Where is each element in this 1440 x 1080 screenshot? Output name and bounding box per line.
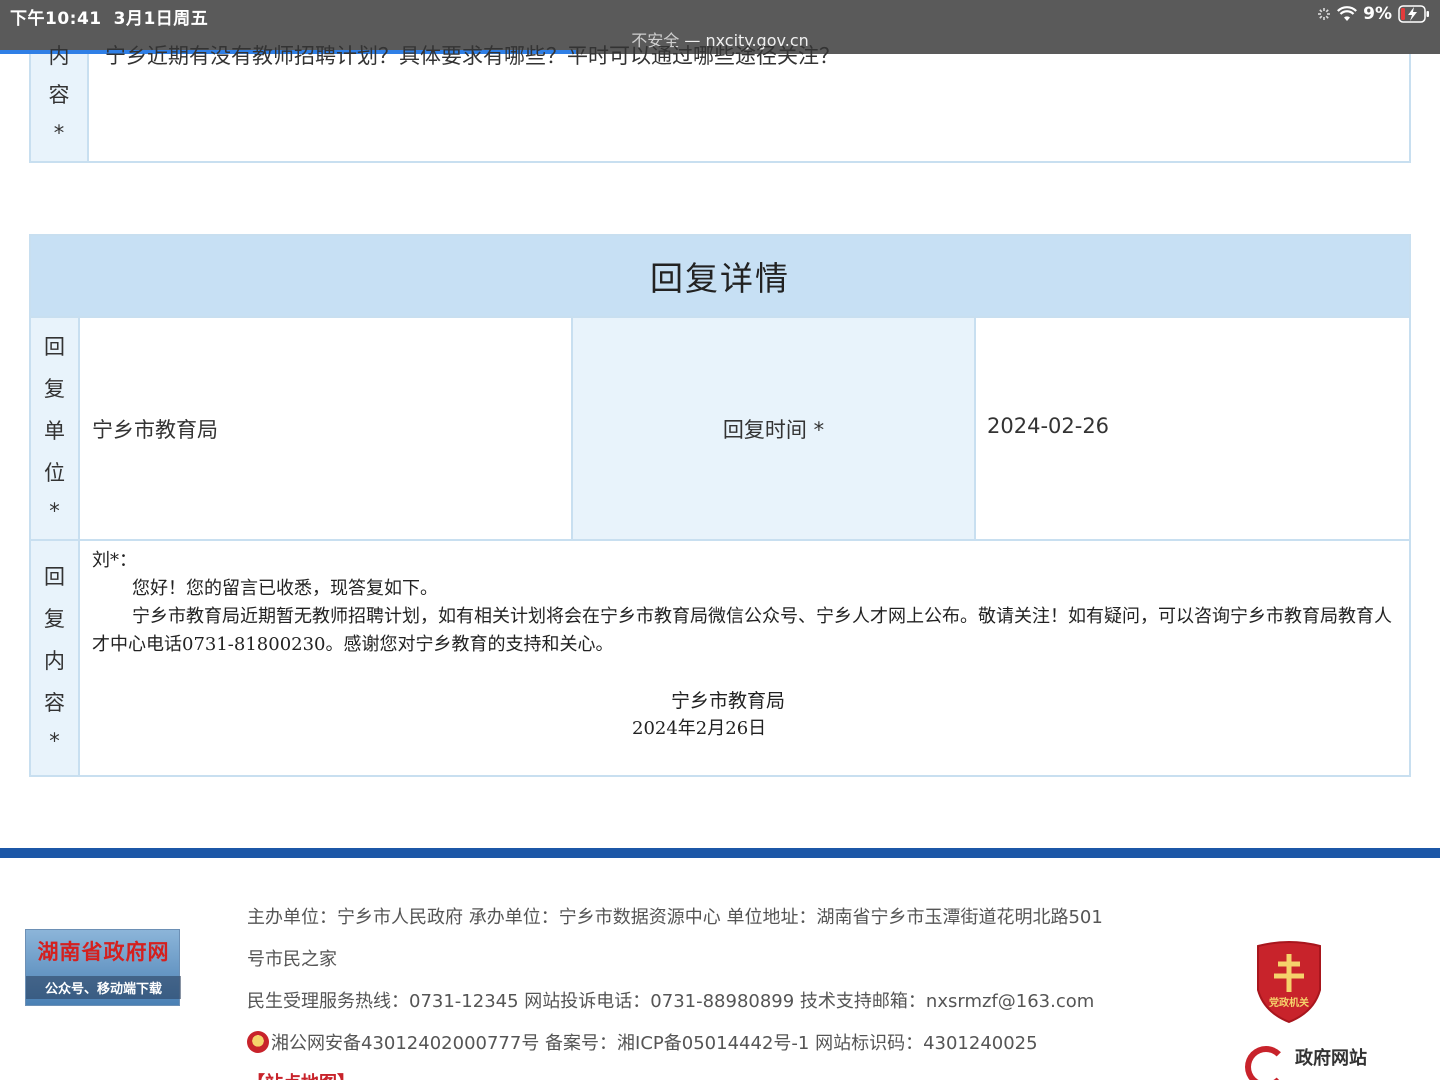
label-char: * (49, 499, 60, 523)
battery-charging-icon (1398, 5, 1429, 23)
police-emblem-icon (247, 1031, 269, 1053)
label-char: 回 (44, 335, 65, 359)
reply-paragraph: 宁乡市教育局近期暂无教师招聘计划，如有相关计划将会在宁乡市教育局微信公众号、宁乡… (92, 606, 1392, 655)
party-badge-text: 党政机关 (1269, 996, 1309, 1009)
reply-unit-label: 回 复 单 位 * (31, 318, 80, 539)
reply-time-value: 2024-02-26 (987, 414, 1110, 438)
reply-time-label: 回复时间 * (571, 318, 976, 539)
label-char: 容 (44, 691, 65, 715)
reply-unit-value: 宁乡市教育局 (92, 418, 218, 442)
gov-site-logo-icon (1245, 1046, 1287, 1080)
gov-website-badge[interactable]: 政府网站 (1245, 1044, 1385, 1080)
footer-contact-info: 民生受理服务热线：0731-12345 网站投诉电话：0731-88980899… (247, 991, 1095, 1012)
reply-unit-row: 回 复 单 位 * 宁乡市教育局 回复时间 * 2024-02-26 (29, 318, 1411, 541)
reply-content-row: 回 复 内 容 * 刘*： 您好！您的留言已收悉，现答复如下。 宁乡市教育局近期… (29, 541, 1411, 777)
reply-greeting: 刘*： (92, 550, 137, 571)
label-char: * (49, 729, 60, 753)
activity-spinner-icon (1318, 8, 1331, 20)
wifi-icon (1337, 6, 1358, 21)
label-char: 内 (48, 44, 70, 68)
date: 3月1日周五 (113, 9, 209, 29)
question-text: 宁乡近期有没有教师招聘计划？具体要求有哪些？平时可以通过哪些途径关注？ (105, 44, 840, 68)
status-time: 下午10:41 3月1日周五 (10, 4, 208, 29)
hunan-gov-badge[interactable]: 湖南省政府网 公众号、移动端下载 (25, 929, 181, 1006)
question-table: 内 容 * 宁乡近期有没有教师招聘计划？具体要求有哪些？平时可以通过哪些途径关注… (29, 44, 1411, 163)
battery-percent: 9% (1363, 4, 1392, 24)
label-char: 位 (44, 461, 65, 485)
hunan-badge-subtitle: 公众号、移动端下载 (26, 976, 181, 999)
label-char: 内 (44, 649, 65, 673)
label-char: 回 (44, 565, 65, 589)
hunan-badge-title: 湖南省政府网 (37, 940, 170, 964)
status-indicators: 9% (1317, 4, 1430, 24)
reply-signature-org: 宁乡市教育局 (671, 690, 786, 712)
footer-host-info: 主办单位：宁乡市人民政府 承办单位：宁乡市数据资源中心 单位地址：湖南省宁乡市玉… (247, 907, 1103, 928)
reply-paragraph: 您好！您的留言已收悉，现答复如下。 (132, 578, 438, 599)
party-government-badge-icon[interactable]: 党政机关 (1254, 940, 1324, 1024)
reply-content-label: 回 复 内 容 * (31, 541, 80, 775)
footer: 湖南省政府网 公众号、移动端下载 主办单位：宁乡市人民政府 承办单位：宁乡市数据… (0, 858, 1440, 1080)
label-char: 单 (44, 419, 65, 443)
gov-site-text: 政府网站 (1295, 1048, 1367, 1069)
clock: 下午10:41 (10, 9, 102, 29)
footer-record-info: 湘公网安备43012402000777号 备案号：湘ICP备05014442号-… (247, 1029, 1038, 1055)
footer-divider (0, 848, 1440, 858)
reply-content-text: 刘*： 您好！您的留言已收悉，现答复如下。 宁乡市教育局近期暂无教师招聘计划，如… (92, 547, 1402, 659)
sitemap-link[interactable]: 【站点地图】 (247, 1069, 355, 1080)
footer-host-info-cont: 号市民之家 (247, 949, 337, 970)
reply-header: 回复详情 (29, 234, 1411, 318)
reply-title: 回复详情 (650, 259, 790, 298)
label-char: 复 (44, 607, 65, 631)
question-content-label: 内 容 * (31, 44, 89, 161)
label-char: * (53, 121, 65, 145)
reply-signature-date: 2024年2月26日 (632, 718, 767, 739)
label-char: 容 (48, 83, 70, 107)
label-char: 复 (44, 377, 65, 401)
footer-record-text: 湘公网安备43012402000777号 备案号：湘ICP备05014442号-… (271, 1033, 1038, 1054)
